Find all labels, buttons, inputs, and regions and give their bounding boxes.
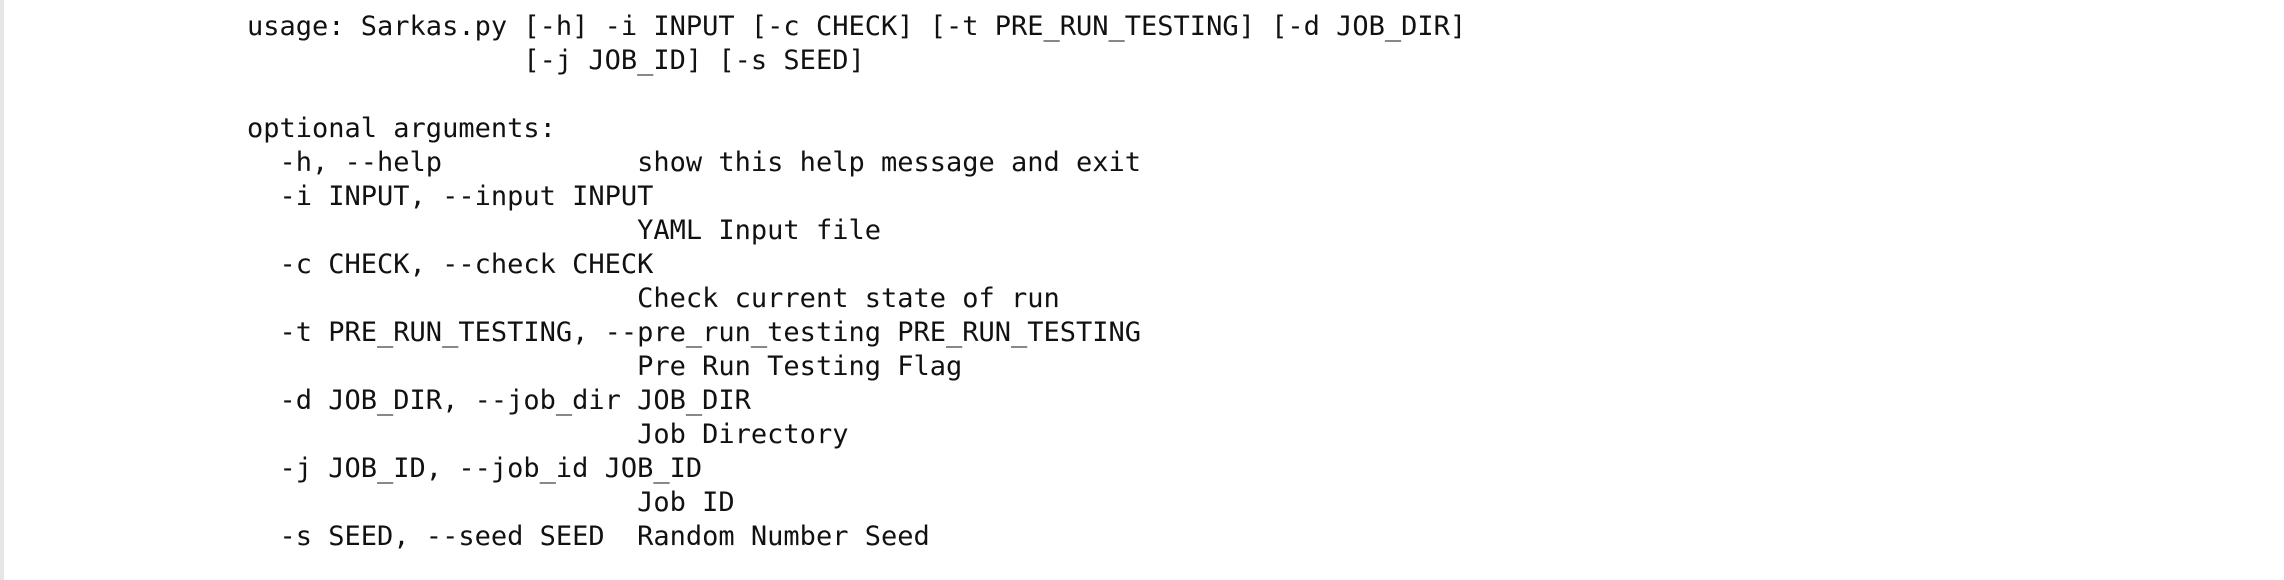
job-dir-option-description: Job Directory xyxy=(247,419,849,450)
input-option-description: YAML Input file xyxy=(247,215,881,246)
job-id-option-line: -j JOB_ID, --job_id JOB_ID xyxy=(247,453,703,484)
check-option-description: Check current state of run xyxy=(247,283,1060,314)
seed-option-line: -s SEED, --seed SEED Random Number Seed xyxy=(247,521,930,552)
job-dir-option-line: -d JOB_DIR, --job_dir JOB_DIR xyxy=(247,385,751,416)
help-option-line: -h, --help show this help message and ex… xyxy=(247,147,1142,178)
usage-continuation-line: [-j JOB_ID] [-s SEED] xyxy=(247,45,865,76)
check-option-line: -c CHECK, --check CHECK xyxy=(247,249,654,280)
help-output-page: usage: Sarkas.py [-h] -i INPUT [-c CHECK… xyxy=(0,0,2284,580)
usage-line: usage: Sarkas.py [-h] -i INPUT [-c CHECK… xyxy=(247,11,1467,42)
input-option-line: -i INPUT, --input INPUT xyxy=(247,181,654,212)
job-id-option-description: Job ID xyxy=(247,487,735,518)
cli-help-output: usage: Sarkas.py [-h] -i INPUT [-c CHECK… xyxy=(247,10,1466,554)
optional-arguments-heading: optional arguments: xyxy=(247,113,556,144)
left-border xyxy=(0,0,4,580)
pre-run-testing-option-line: -t PRE_RUN_TESTING, --pre_run_testing PR… xyxy=(247,317,1142,348)
pre-run-testing-option-description: Pre Run Testing Flag xyxy=(247,351,963,382)
